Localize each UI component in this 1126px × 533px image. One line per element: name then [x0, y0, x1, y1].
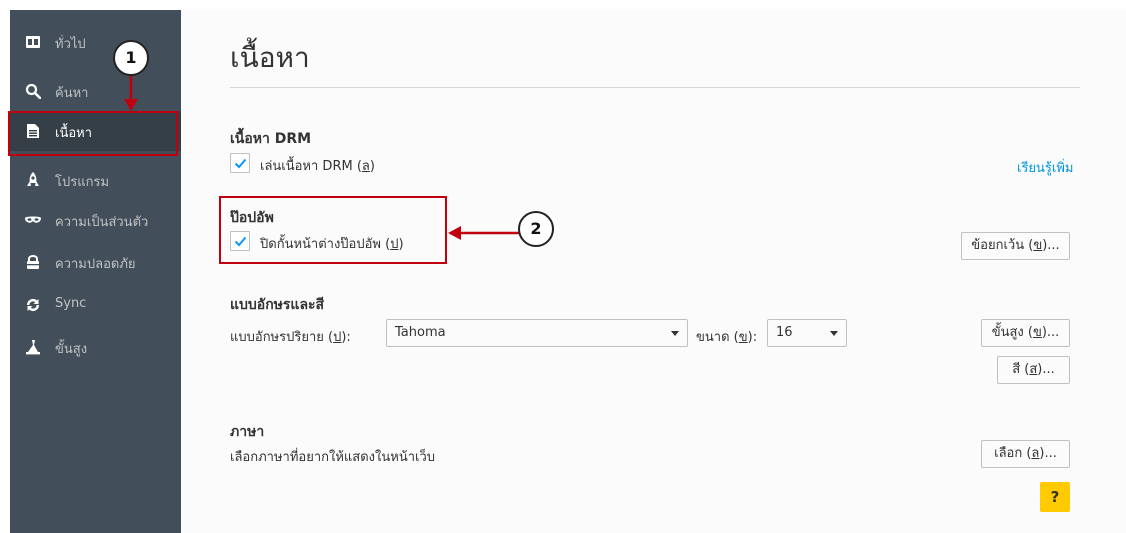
- font-size-label: ขนาด (ข):: [696, 330, 758, 345]
- advanced-icon: [25, 339, 41, 355]
- sidebar-item-privacy[interactable]: ความเป็นส่วนตัว: [10, 200, 181, 240]
- divider: [230, 87, 1080, 88]
- help-button[interactable]: ?: [1040, 482, 1070, 512]
- languages-description: เลือกภาษาที่อยากให้แสดงในหน้าเว็บ: [230, 450, 435, 465]
- fonts-heading: แบบอักษรและสี: [230, 297, 325, 313]
- default-font-label: แบบอักษรปริยาย (ป):: [230, 330, 351, 345]
- sidebar-item-label: ทั่วไป: [55, 37, 86, 52]
- sidebar-item-applications[interactable]: โปรแกรม: [10, 160, 181, 200]
- preferences-window: ทั่วไป ค้นหา เนื้อหา โปรแกรม ความเป็นส่ว: [10, 10, 1126, 533]
- security-icon: [25, 254, 41, 270]
- default-font-select[interactable]: Tahoma: [386, 319, 688, 347]
- sidebar-item-label: Sync: [55, 296, 87, 311]
- sidebar-item-search[interactable]: ค้นหา: [10, 71, 181, 111]
- chevron-down-icon: [830, 331, 838, 336]
- choose-languages-button[interactable]: เลือก (ล)...: [981, 440, 1070, 468]
- search-icon: [25, 83, 42, 100]
- annotation-box-1: [8, 111, 178, 156]
- advanced-fonts-button[interactable]: ขั้นสูง (ข)...: [981, 319, 1070, 347]
- sidebar-item-general[interactable]: ทั่วไป: [10, 22, 181, 62]
- sync-icon: [25, 297, 41, 313]
- languages-heading: ภาษา: [230, 424, 265, 440]
- exceptions-button[interactable]: ข้อยกเว้น (ข)...: [961, 232, 1070, 260]
- sidebar-item-label: ขั้นสูง: [55, 342, 88, 357]
- applications-icon: [25, 172, 41, 188]
- sidebar-item-label: ความปลอดภัย: [55, 257, 136, 272]
- sidebar: ทั่วไป ค้นหา เนื้อหา โปรแกรม ความเป็นส่ว: [10, 10, 181, 533]
- sidebar-item-label: ความเป็นส่วนตัว: [55, 215, 149, 230]
- content-pane: เนื้อหา เนื้อหา DRM เล่นเนื้อหา DRM (ล) …: [181, 10, 1126, 533]
- sidebar-item-advanced[interactable]: ขั้นสูง: [10, 327, 181, 367]
- privacy-icon: [25, 212, 41, 228]
- checkmark-icon: [234, 158, 247, 169]
- drm-heading: เนื้อหา DRM: [230, 131, 312, 147]
- sidebar-item-label: ค้นหา: [55, 86, 89, 101]
- general-icon: [25, 34, 41, 50]
- learn-more-link[interactable]: เรียนรู้เพิ่ม: [1017, 157, 1074, 178]
- sidebar-item-label: โปรแกรม: [55, 175, 110, 190]
- annotation-badge-2: 2: [518, 211, 554, 247]
- colors-button[interactable]: สี (ส)...: [997, 356, 1070, 384]
- sidebar-item-sync[interactable]: Sync: [10, 285, 181, 325]
- drm-checkbox[interactable]: [230, 153, 250, 173]
- annotation-badge-1: 1: [113, 40, 149, 76]
- sidebar-item-security[interactable]: ความปลอดภัย: [10, 242, 181, 282]
- font-size-select[interactable]: 16: [767, 319, 847, 347]
- page-title: เนื้อหา: [230, 41, 310, 74]
- chevron-down-icon: [671, 331, 679, 336]
- annotation-box-2: [219, 196, 447, 264]
- drm-checkbox-label[interactable]: เล่นเนื้อหา DRM (ล): [260, 155, 375, 176]
